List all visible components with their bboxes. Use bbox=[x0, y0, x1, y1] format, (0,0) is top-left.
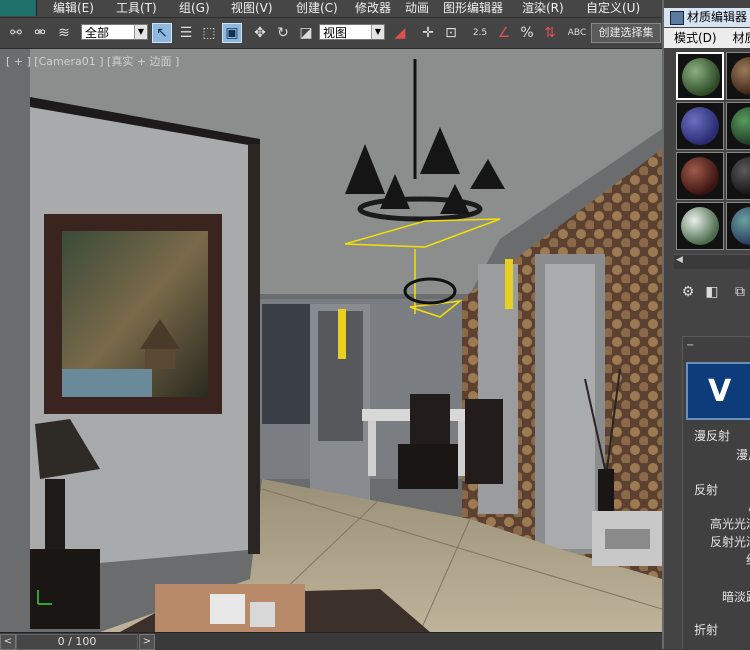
sample-slot[interactable] bbox=[676, 52, 724, 100]
create-selection-set-field[interactable]: 创建选择集 bbox=[591, 23, 661, 43]
hilight-glossiness-label: 高光光泽 bbox=[710, 517, 750, 531]
link-icon[interactable]: ⚯ bbox=[6, 23, 26, 43]
select-by-name-icon[interactable]: ☰ bbox=[176, 23, 196, 43]
reference-coord-dropdown[interactable]: 视图 ▼ bbox=[319, 24, 385, 40]
sample-slots-scrollbar[interactable]: ◀ bbox=[674, 254, 750, 269]
menu-tools[interactable]: 工具(T) bbox=[116, 0, 157, 17]
material-editor-window: 材质编辑器 模式(D) 材质 ◀ ⚙ ◧ ⧉ − V 漫反射 漫反 反射 反 高… bbox=[662, 0, 750, 649]
time-next-button[interactable]: > bbox=[139, 634, 155, 650]
select-manipulate-icon[interactable]: ✛ bbox=[418, 23, 438, 43]
rotate-icon[interactable]: ↻ bbox=[273, 23, 293, 43]
main-toolbar: ⚯ ⚮ ≋ 全部 ▼ ↖ ☰ ⬚ ▣ ✥ ↻ ◪ 视图 ▼ ◢ ✛ ⊡ 2.5 … bbox=[0, 18, 662, 49]
menu-modifiers[interactable]: 修改器 bbox=[355, 0, 391, 17]
frame-counter[interactable]: 0 / 100 bbox=[16, 634, 138, 650]
material-editor-titlebar[interactable]: 材质编辑器 bbox=[664, 8, 750, 27]
sample-slot[interactable] bbox=[726, 102, 750, 150]
rollout-collapse-icon[interactable]: − bbox=[686, 340, 694, 351]
diffuse-group-label: 漫反射 bbox=[694, 429, 731, 443]
keyboard-shortcut-icon[interactable]: ⊡ bbox=[441, 23, 461, 43]
menu-view[interactable]: 视图(V) bbox=[231, 0, 273, 17]
time-prev-button[interactable]: < bbox=[0, 634, 16, 650]
menu-group[interactable]: 组(G) bbox=[179, 0, 210, 17]
chevron-down-icon: ▼ bbox=[134, 25, 147, 39]
menu-edit[interactable]: 编辑(E) bbox=[53, 0, 94, 17]
spinner-snap-icon[interactable]: ⇅ bbox=[540, 23, 560, 43]
refl-glossiness-label: 反射光泽 bbox=[710, 535, 750, 549]
dim-distance-label: 暗淡距 bbox=[722, 590, 750, 604]
sample-slot[interactable] bbox=[676, 102, 724, 150]
bind-space-warp-icon[interactable]: ≋ bbox=[54, 23, 74, 43]
percent-snap-icon[interactable]: % bbox=[517, 23, 537, 43]
assign-material-icon[interactable]: ◧ bbox=[702, 282, 722, 302]
sample-slot[interactable] bbox=[676, 202, 724, 250]
sample-slot[interactable] bbox=[676, 152, 724, 200]
unlink-icon[interactable]: ⚮ bbox=[30, 23, 50, 43]
material-editor-icon bbox=[670, 11, 684, 25]
subdivs-label: 细 bbox=[746, 551, 750, 568]
scroll-left-icon[interactable]: ◀ bbox=[676, 255, 683, 265]
scene-render bbox=[0, 49, 662, 632]
diffuse-label: 漫反 bbox=[736, 448, 750, 462]
menu-animation[interactable]: 动画 bbox=[405, 0, 429, 17]
angle-snap-icon[interactable]: ∠ bbox=[494, 23, 514, 43]
menu-mode[interactable]: 模式(D) bbox=[674, 31, 717, 45]
rectangular-selection-icon[interactable]: ⬚ bbox=[199, 23, 219, 43]
move-icon[interactable]: ✥ bbox=[250, 23, 270, 43]
vray-logo-text: V bbox=[708, 374, 732, 409]
snap-toggle-icon[interactable]: 2.5 bbox=[470, 23, 490, 43]
snap-value: 2.5 bbox=[472, 28, 488, 38]
material-sample-slots bbox=[674, 52, 750, 252]
sample-slot[interactable] bbox=[726, 202, 750, 250]
scale-icon[interactable]: ◪ bbox=[296, 23, 316, 43]
reference-coord-value: 视图 bbox=[323, 26, 348, 40]
vray-logo: V bbox=[686, 362, 750, 420]
menu-material[interactable]: 材质 bbox=[732, 31, 750, 45]
sample-slot[interactable] bbox=[726, 152, 750, 200]
select-object-icon[interactable]: ↖ bbox=[152, 23, 172, 43]
menu-create[interactable]: 创建(C) bbox=[296, 0, 338, 17]
chevron-down-icon: ▼ bbox=[371, 25, 384, 39]
time-slider[interactable]: < 0 / 100 > bbox=[0, 632, 662, 650]
refraction-group-label: 折射 bbox=[694, 623, 719, 637]
material-editor-menubar: 模式(D) 材质 bbox=[664, 28, 750, 48]
pivot-icon[interactable]: ◢ bbox=[390, 23, 410, 43]
menu-rendering[interactable]: 渲染(R) bbox=[522, 0, 564, 17]
app-logo-icon[interactable] bbox=[0, 0, 37, 16]
edit-named-selection-icon[interactable]: ABC bbox=[567, 23, 587, 43]
menu-bar: 编辑(E) 工具(T) 组(G) 视图(V) 创建(C) 修改器 动画 图形编辑… bbox=[0, 0, 662, 18]
menu-customize[interactable]: 自定义(U) bbox=[586, 0, 640, 17]
get-material-icon[interactable]: ⚙ bbox=[678, 282, 698, 302]
camera-viewport[interactable]: [ + ] [Camera01 ] [真实 + 边面 ] bbox=[0, 49, 663, 632]
reflection-group-label: 反射 bbox=[694, 483, 719, 497]
selection-filter-dropdown[interactable]: 全部 ▼ bbox=[81, 24, 148, 40]
window-crossing-icon[interactable]: ▣ bbox=[222, 23, 242, 43]
viewport-label[interactable]: [ + ] [Camera01 ] [真实 + 边面 ] bbox=[6, 53, 179, 69]
sample-slot[interactable] bbox=[726, 52, 750, 100]
material-editor-title: 材质编辑器 bbox=[687, 10, 748, 24]
menu-graph-editors[interactable]: 图形编辑器 bbox=[443, 0, 503, 17]
selection-filter-value: 全部 bbox=[85, 26, 110, 40]
reset-material-icon[interactable]: ⧉ bbox=[730, 282, 750, 302]
